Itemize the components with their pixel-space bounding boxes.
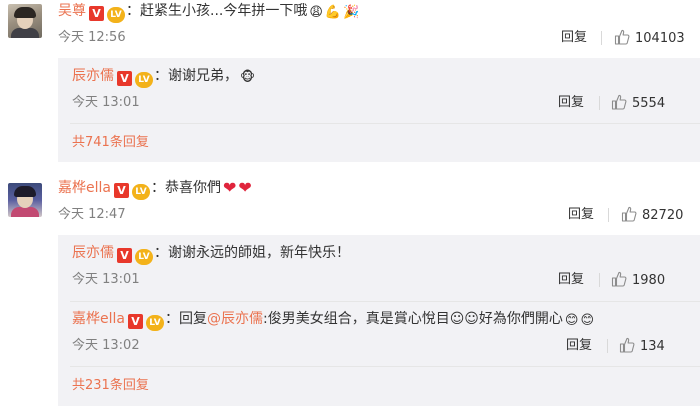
comment-text: ：赶紧生小孩...今年拼一下哦 (126, 3, 308, 19)
level-badge-icon: LV (145, 315, 164, 331)
reply-text: ：谢谢永远的師姐，新年快乐！ (154, 245, 350, 261)
thumbs-up-icon (611, 271, 627, 287)
comment-line: 吴尊 V LV ：赶紧生小孩...今年拼一下哦 😩 💪 🎉 (58, 1, 359, 23)
comment-text: ：恭喜你們 (150, 180, 221, 196)
reply-text: :俊男美女组合，真是賞心悅目☺☺好為你們開心 (262, 311, 563, 327)
divider (608, 208, 609, 222)
verified-badge-icon: V (117, 71, 132, 86)
reply-button[interactable]: 回复 (561, 29, 587, 47)
smiling-face-emoji-icon: 😊 (580, 313, 595, 328)
monkey-face-emoji-icon: 🐵 (240, 70, 256, 85)
more-replies-link[interactable]: 共231条回复 (72, 377, 149, 395)
level-badge-icon: LV (107, 7, 125, 23)
comment-time: 今天 12:56 (58, 30, 126, 45)
like-count: 1980 (632, 273, 666, 288)
comment-line: 嘉桦ella V LV ：恭喜你們 ❤ ❤ (58, 178, 252, 200)
flexed-biceps-emoji-icon: 💪 (324, 5, 342, 20)
reply-time: 今天 13:01 (72, 272, 140, 287)
divider (607, 339, 608, 353)
like-count: 82720 (642, 208, 684, 223)
comment-item: 吴尊 V LV ：赶紧生小孩...今年拼一下哦 😩 💪 🎉 今天 12:56 回复 1041… (0, 0, 700, 162)
avatar[interactable] (8, 183, 42, 217)
username-link[interactable]: 辰亦儒 (72, 245, 114, 261)
replies-box: 辰亦儒 V LV ：谢谢兄弟， 🐵 今天 13:01 回复 5554 共741条回复 (58, 58, 700, 162)
divider (70, 366, 700, 367)
verified-badge-icon: V (127, 314, 143, 329)
verified-badge-icon: V (89, 6, 104, 21)
username-link[interactable]: 吴尊 (58, 3, 86, 19)
red-heart-icon: ❤ (238, 178, 252, 197)
avatar-body (11, 28, 39, 38)
level-badge-icon: LV (131, 184, 150, 200)
mention-link[interactable]: @辰亦儒 (207, 311, 263, 327)
replies-box: 辰亦儒 V LV ：谢谢永远的師姐，新年快乐！ 今天 13:01 回复 1980 嘉桦… (58, 235, 700, 406)
divider (601, 31, 602, 45)
like-button[interactable]: 134 (619, 337, 665, 356)
reply-time: 今天 13:02 (72, 338, 140, 353)
like-button[interactable]: 82720 (621, 206, 683, 225)
username-link[interactable]: 嘉桦ella (58, 180, 111, 196)
reply-time: 今天 13:01 (72, 95, 140, 110)
avatar[interactable] (8, 4, 42, 38)
smiling-face-emoji-icon: 😊 (564, 313, 579, 328)
level-badge-icon: LV (135, 72, 153, 88)
weary-face-emoji-icon: 😩 (309, 5, 323, 20)
avatar-hair (14, 7, 36, 18)
like-button[interactable]: 5554 (611, 94, 665, 113)
comment-item: 嘉桦ella V LV ：恭喜你們 ❤ ❤ 今天 12:47 回复 82720 辰亦儒 V L… (0, 176, 700, 406)
reply-text: ：谢谢兄弟， (154, 68, 238, 84)
thumbs-up-icon (619, 337, 635, 353)
avatar-body (11, 207, 39, 217)
reply-line: 辰亦儒 V LV ：谢谢兄弟， 🐵 (72, 66, 255, 88)
like-count: 5554 (632, 96, 666, 111)
reply-line: 辰亦儒 V LV ：谢谢永远的師姐，新年快乐！ (72, 243, 350, 265)
thumbs-up-icon (614, 29, 630, 45)
username-link[interactable]: 嘉桦ella (72, 311, 125, 327)
divider (70, 123, 700, 124)
more-replies-link[interactable]: 共741条回复 (72, 134, 149, 152)
comment-time: 今天 12:47 (58, 207, 126, 222)
reply-prefix: ：回复 (164, 311, 207, 327)
like-button[interactable]: 104103 (614, 29, 685, 48)
divider (70, 301, 700, 302)
like-count: 134 (640, 339, 665, 354)
thumbs-up-icon (621, 206, 637, 222)
avatar-hair (14, 186, 36, 197)
reply-button[interactable]: 回复 (566, 337, 592, 355)
divider (599, 273, 600, 287)
level-badge-icon: LV (135, 249, 153, 265)
party-popper-emoji-icon: 🎉 (343, 5, 360, 20)
like-count: 104103 (635, 31, 685, 46)
red-heart-icon: ❤ (222, 178, 237, 197)
reply-button[interactable]: 回复 (558, 271, 584, 289)
reply-button[interactable]: 回复 (558, 94, 584, 112)
reply-line: 嘉桦ella V LV ：回复@辰亦儒:俊男美女组合，真是賞心悅目☺☺好為你們開心 😊 😊 (72, 309, 594, 331)
verified-badge-icon: V (113, 183, 129, 198)
divider (599, 96, 600, 110)
verified-badge-icon: V (117, 248, 132, 263)
username-link[interactable]: 辰亦儒 (72, 68, 114, 84)
thumbs-up-icon (611, 94, 627, 110)
like-button[interactable]: 1980 (611, 271, 665, 290)
reply-button[interactable]: 回复 (568, 206, 594, 224)
